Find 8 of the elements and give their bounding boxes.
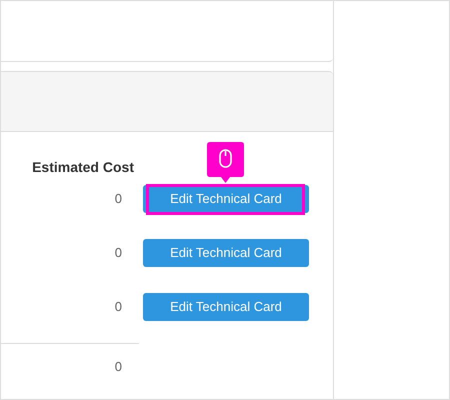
cost-value: 0	[114, 298, 122, 316]
edit-technical-card-button[interactable]: Edit Technical Card	[143, 293, 309, 321]
total-cost-value: 0	[114, 358, 122, 376]
cost-value: 0	[114, 190, 122, 208]
mouse-icon	[219, 149, 232, 168]
column-header: Estimated Cost	[31, 158, 135, 177]
cost-value: 0	[114, 244, 122, 262]
edit-technical-card-button[interactable]: Edit Technical Card	[143, 239, 309, 267]
